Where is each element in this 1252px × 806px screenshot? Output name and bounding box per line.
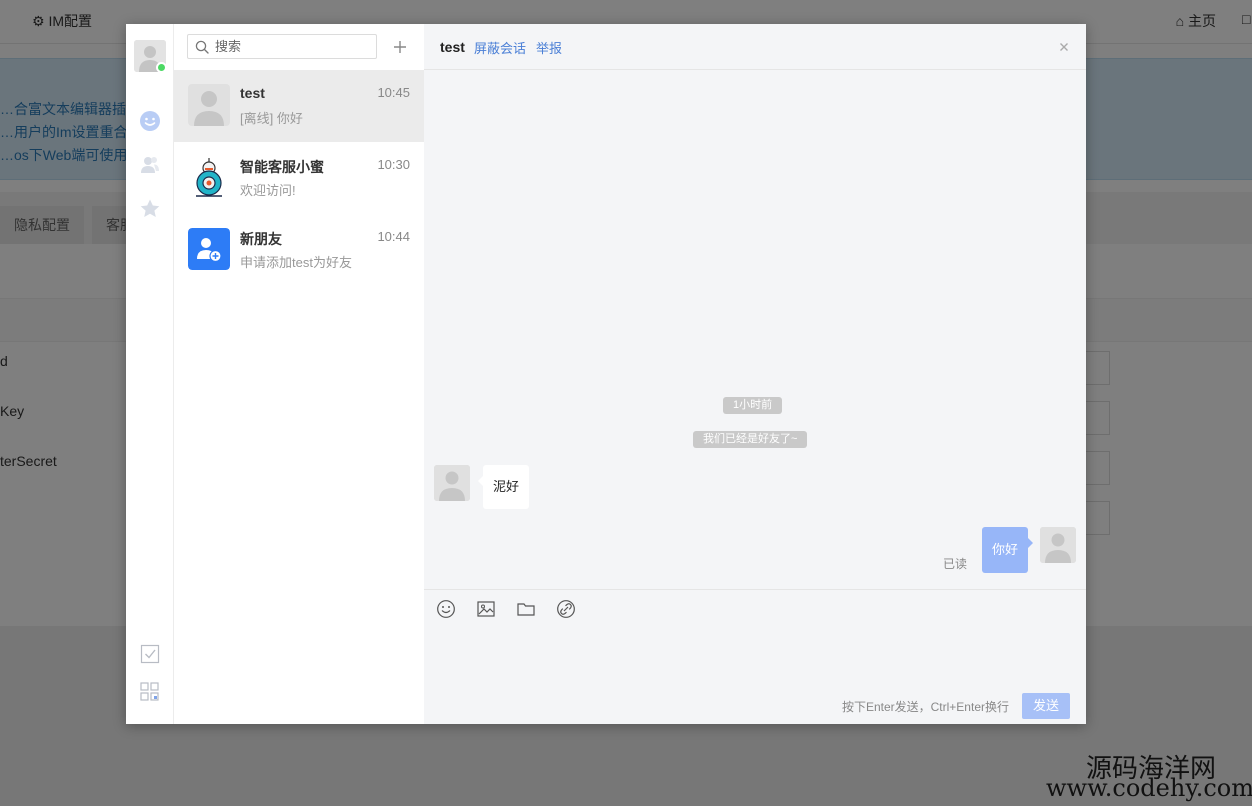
plus-icon: [394, 41, 406, 53]
chat-panel: test 屏蔽会话 举报 1小时前 我们已经是好友了~ 泥好 已读 你好 按下E…: [424, 24, 1086, 724]
search-input[interactable]: [215, 37, 370, 56]
message-input[interactable]: [436, 628, 1074, 683]
send-button[interactable]: 发送: [1022, 693, 1070, 719]
watermark-url: www.codehy.com: [1046, 774, 1252, 802]
conversation-last-message: [离线] 你好: [240, 111, 303, 126]
conversation-time: 10:45: [377, 85, 410, 100]
incoming-message-bubble: 泥好: [477, 465, 530, 509]
im-sidebar: [126, 24, 174, 724]
my-message-avatar[interactable]: [1040, 527, 1076, 563]
contact-avatar[interactable]: [434, 465, 470, 501]
chat-title: test: [440, 39, 465, 55]
search-icon: [195, 40, 209, 54]
conversation-name: test: [240, 85, 265, 101]
emoji-icon[interactable]: [436, 599, 456, 619]
conversation-item-test[interactable]: test 10:45 [离线] 你好: [174, 70, 424, 142]
contacts-icon[interactable]: [139, 154, 161, 176]
avatar: [188, 84, 230, 126]
conversation-last-message: 申请添加test为好友: [240, 255, 352, 270]
checklist-icon[interactable]: [139, 643, 161, 665]
folder-icon[interactable]: [516, 599, 536, 619]
robot-avatar-icon: [188, 156, 230, 198]
block-conversation-link[interactable]: 屏蔽会话: [474, 38, 526, 57]
chat-smile-icon[interactable]: [139, 110, 161, 132]
apps-grid-icon[interactable]: [139, 681, 161, 703]
system-message: 我们已经是好友了~: [693, 431, 808, 448]
chat-header: test 屏蔽会话 举报: [424, 24, 1086, 70]
message-composer: 按下Enter发送，Ctrl+Enter换行 发送: [424, 589, 1086, 724]
outgoing-message-bubble: 你好: [981, 527, 1034, 573]
im-dialog: test 10:45 [离线] 你好 智能客服小蜜 10:30 欢迎访问! 新朋…: [126, 24, 1086, 724]
send-hint: 按下Enter发送，Ctrl+Enter换行: [841, 700, 1009, 714]
conversation-item-new-friend[interactable]: 新朋友 10:44 申请添加test为好友: [174, 214, 424, 286]
search-box: [187, 34, 377, 59]
link-icon[interactable]: [556, 599, 576, 619]
conversation-time: 10:30: [377, 157, 410, 172]
read-status: 已读: [942, 557, 967, 571]
time-divider: 1小时前: [723, 397, 783, 414]
conversation-name: 智能客服小蜜: [240, 159, 324, 175]
image-icon[interactable]: [476, 599, 496, 619]
star-icon[interactable]: [139, 198, 161, 220]
conversation-list-panel: test 10:45 [离线] 你好 智能客服小蜜 10:30 欢迎访问! 新朋…: [174, 24, 424, 724]
conversation-time: 10:44: [377, 229, 410, 244]
new-friend-icon: [188, 228, 230, 270]
close-icon[interactable]: [1058, 40, 1070, 52]
conversation-item-assistant[interactable]: 智能客服小蜜 10:30 欢迎访问!: [174, 142, 424, 214]
conversation-last-message: 欢迎访问!: [240, 183, 296, 198]
report-link[interactable]: 举报: [536, 38, 562, 57]
conversation-name: 新朋友: [240, 231, 282, 247]
online-status-dot: [156, 62, 167, 73]
add-plus-button[interactable]: [389, 36, 411, 58]
